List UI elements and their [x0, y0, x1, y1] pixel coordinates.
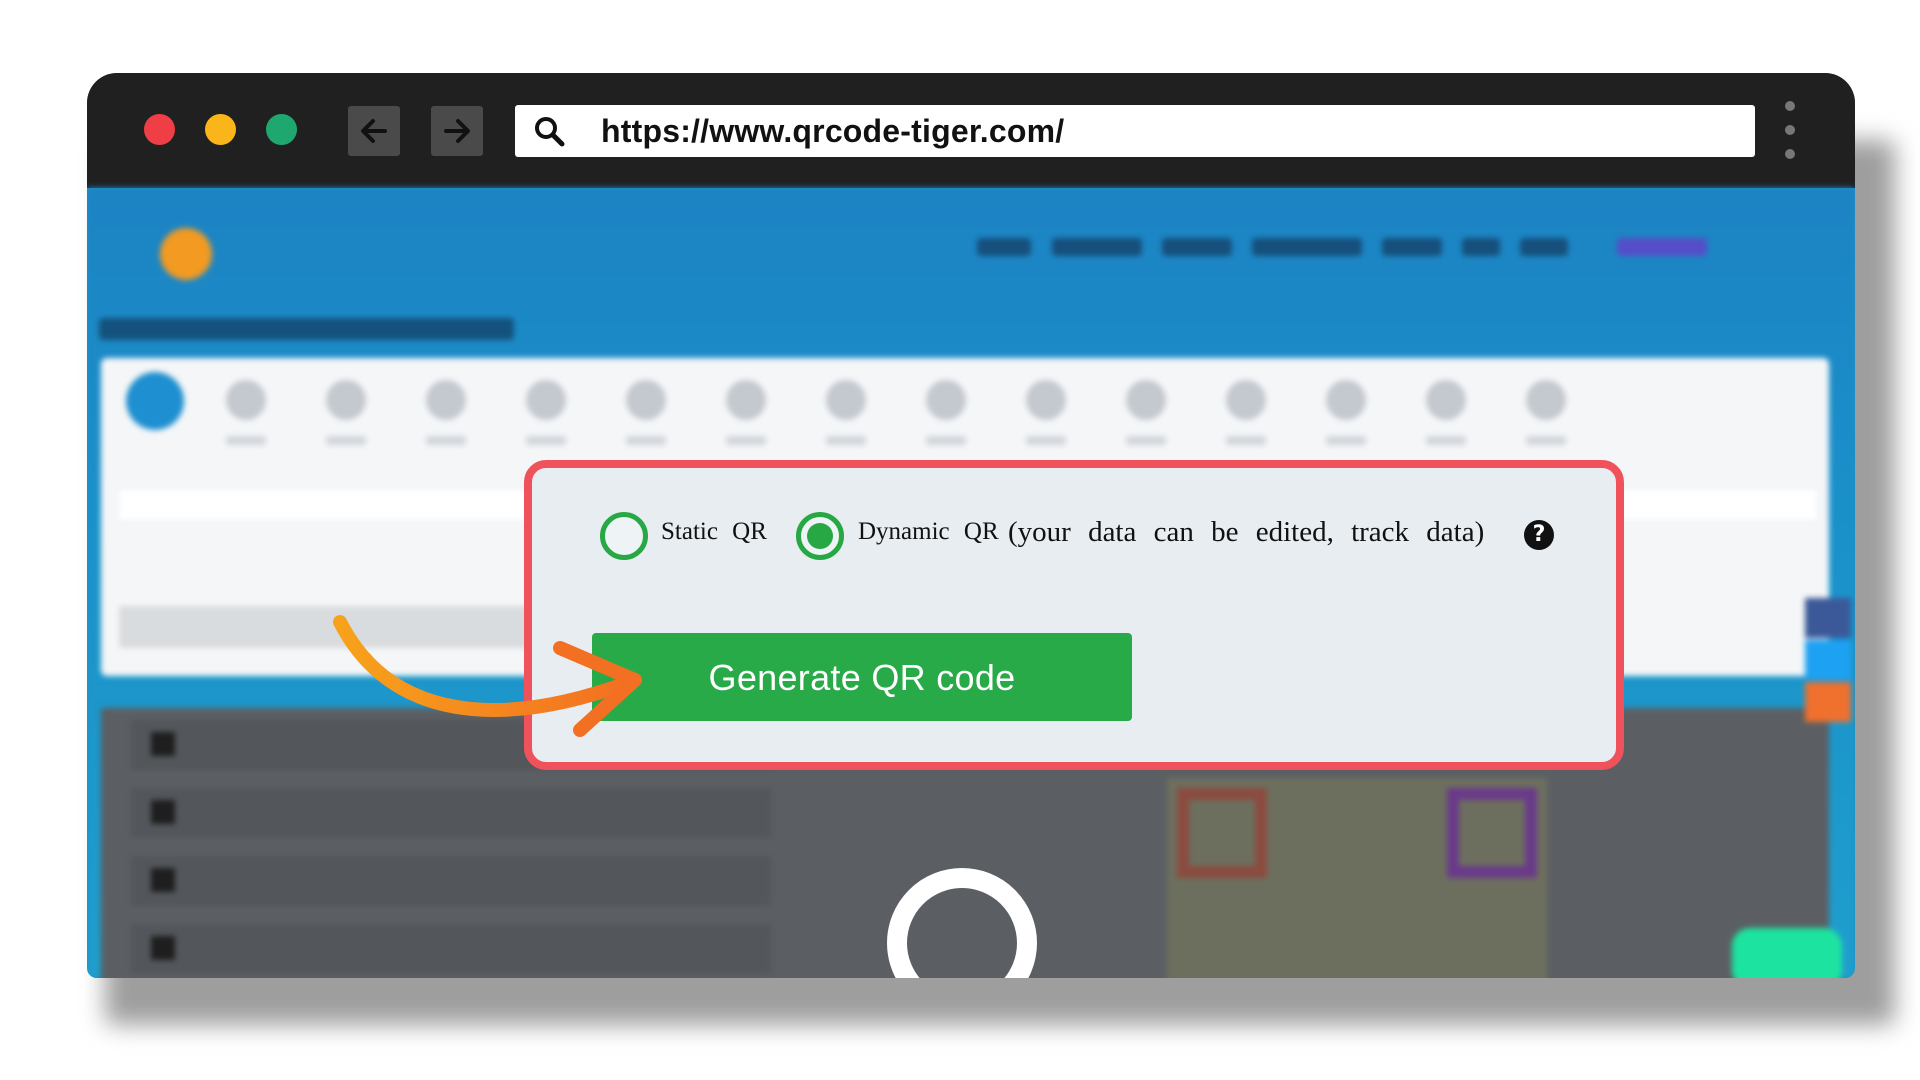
type-label — [1526, 436, 1566, 445]
type-icon — [1026, 380, 1066, 420]
static-qr-radio[interactable] — [600, 512, 648, 560]
close-window-button[interactable] — [144, 114, 175, 145]
nav-blob — [1162, 238, 1232, 256]
type-label — [1226, 436, 1266, 445]
type-icon — [1126, 380, 1166, 420]
nav-blob — [1462, 238, 1500, 256]
arrow-right-icon — [444, 119, 470, 143]
type-label — [726, 436, 766, 445]
nav-blob — [1052, 238, 1142, 256]
dynamic-qr-radio[interactable] — [796, 512, 844, 560]
type-label — [626, 436, 666, 445]
type-icon — [226, 380, 266, 420]
type-icon — [326, 380, 366, 420]
back-button[interactable] — [348, 106, 400, 156]
type-label — [1126, 436, 1166, 445]
nav-blob — [977, 238, 1031, 256]
site-logo — [105, 228, 315, 280]
help-chip — [1732, 928, 1842, 978]
arrow-left-icon — [361, 119, 387, 143]
maximize-window-button[interactable] — [266, 114, 297, 145]
type-icon — [1526, 380, 1566, 420]
type-icon — [726, 380, 766, 420]
nav-blob — [1252, 238, 1362, 256]
customize-row — [131, 924, 771, 973]
type-icon — [526, 380, 566, 420]
qr-mode-popup: Static QR Dynamic QR (your data can be e… — [524, 460, 1624, 770]
facebook-share-icon — [1805, 598, 1851, 638]
address-bar[interactable]: https://www.qrcode-tiger.com/ — [515, 105, 1755, 157]
nav-blob — [1617, 238, 1707, 256]
kebab-menu-icon[interactable] — [1783, 101, 1797, 161]
type-icon — [626, 380, 666, 420]
generate-qr-button[interactable]: Generate QR code — [592, 633, 1132, 721]
forward-button[interactable] — [431, 106, 483, 156]
type-label — [1426, 436, 1466, 445]
pointing-arrow-icon — [333, 615, 642, 737]
minimize-window-button[interactable] — [205, 114, 236, 145]
share-icon — [1805, 682, 1851, 722]
type-label — [1026, 436, 1066, 445]
search-icon — [535, 117, 565, 147]
qr-eye — [1447, 788, 1537, 878]
type-icon — [426, 380, 466, 420]
tiger-logo-icon — [160, 228, 212, 280]
type-label — [326, 436, 366, 445]
browser-toolbar: https://www.qrcode-tiger.com/ — [87, 73, 1855, 188]
type-icon — [826, 380, 866, 420]
help-icon[interactable]: ? — [1524, 520, 1554, 550]
type-icon — [1326, 380, 1366, 420]
customize-row — [131, 788, 771, 837]
nav-blob — [1382, 238, 1442, 256]
type-icon — [926, 380, 966, 420]
url-text: https://www.qrcode-tiger.com/ — [601, 113, 1065, 149]
dynamic-qr-label[interactable]: Dynamic QR — [858, 518, 999, 546]
nav-blob — [1520, 238, 1568, 256]
type-icon — [1226, 380, 1266, 420]
type-label — [426, 436, 466, 445]
qr-preview — [1167, 778, 1547, 978]
type-label — [226, 436, 266, 445]
type-icon — [126, 372, 184, 430]
type-label — [1326, 436, 1366, 445]
qr-eye — [1177, 788, 1267, 878]
customize-row — [131, 856, 771, 905]
type-label — [826, 436, 866, 445]
twitter-share-icon — [1805, 640, 1851, 680]
type-icon — [1426, 380, 1466, 420]
type-label — [526, 436, 566, 445]
dynamic-qr-note: (your data can be edited, track data) — [1008, 516, 1485, 548]
type-label — [926, 436, 966, 445]
static-qr-label[interactable]: Static QR — [661, 518, 767, 546]
headline-blob — [99, 318, 514, 340]
